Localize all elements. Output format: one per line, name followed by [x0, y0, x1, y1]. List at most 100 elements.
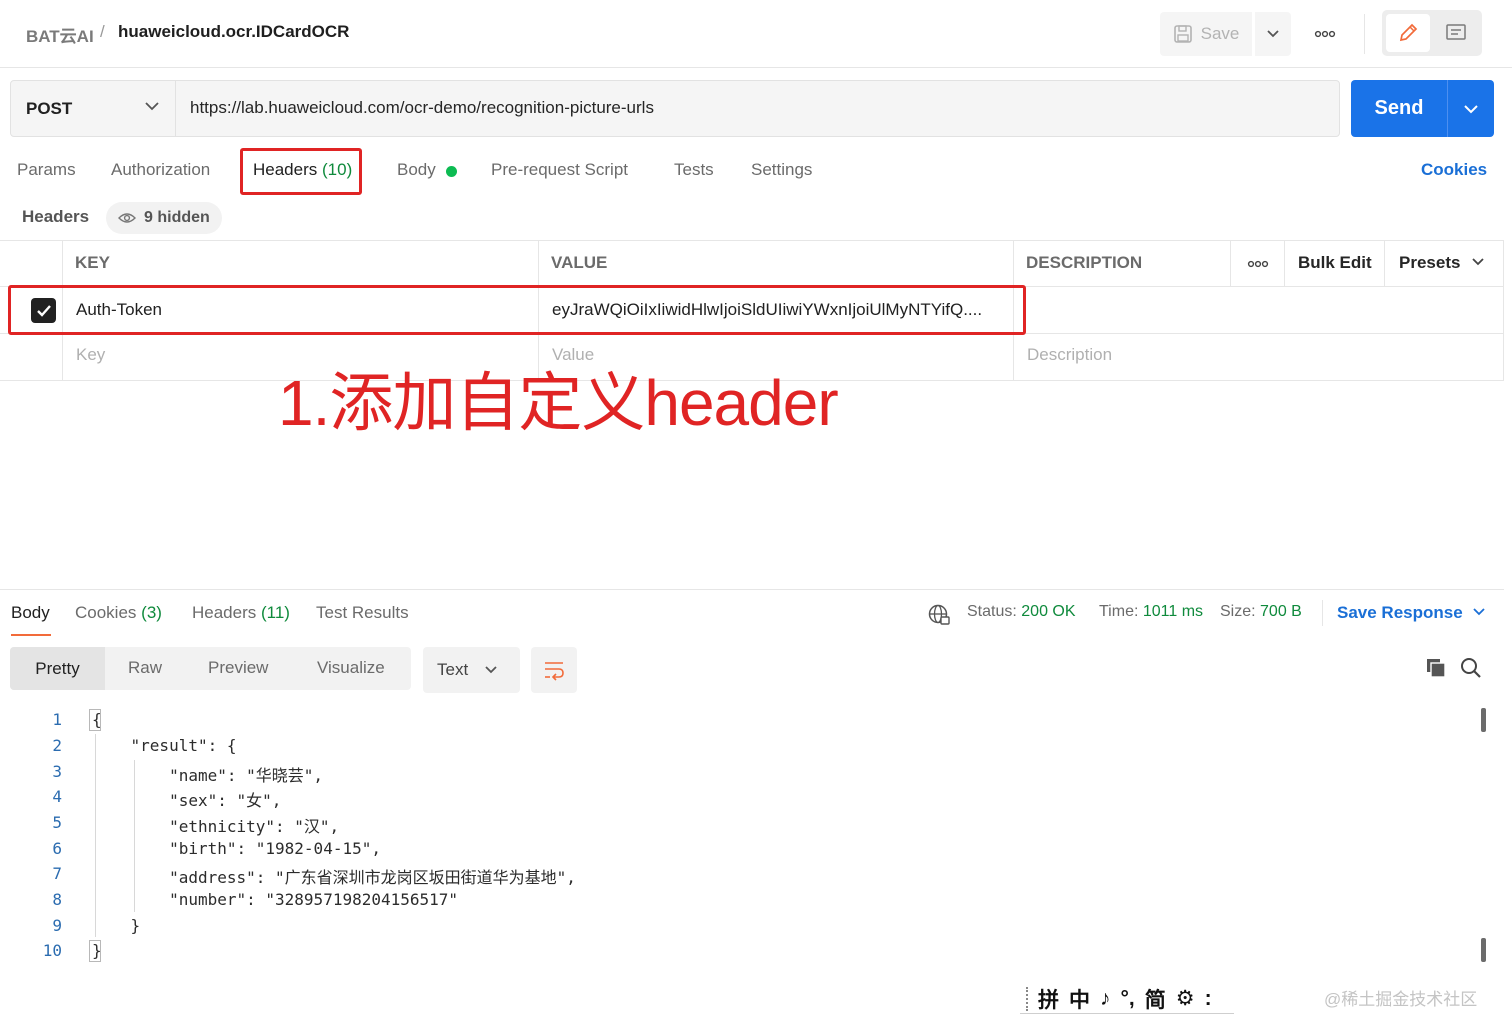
tab-authorization[interactable]: Authorization [111, 160, 210, 180]
chevron-down-icon [484, 665, 498, 675]
table-more-button[interactable] [1232, 242, 1284, 286]
response-tab-cookies-label: Cookies [75, 603, 137, 622]
save-options-button[interactable] [1255, 12, 1291, 56]
wrap-lines-button[interactable] [531, 647, 577, 693]
view-raw[interactable]: Raw [128, 658, 162, 678]
line-number: 5 [52, 813, 62, 832]
annotation-text: 1.添加自定义header [278, 367, 839, 439]
view-preview[interactable]: Preview [208, 658, 268, 678]
code-line: "ethnicity": "汉", [92, 817, 340, 836]
watermark: @稀土掘金技术社区 [1324, 990, 1478, 1009]
size-value: 700 B [1260, 603, 1302, 620]
view-pretty[interactable]: Pretty [10, 647, 105, 690]
chevron-down-icon [1463, 103, 1479, 115]
scrollbar-thumb[interactable] [1481, 708, 1486, 732]
request-title[interactable]: huaweicloud.ocr.IDCardOCR [118, 22, 349, 42]
view-visualize[interactable]: Visualize [317, 658, 385, 678]
more-horizontal-icon [1314, 30, 1336, 38]
method-label: POST [26, 98, 73, 118]
code-line: "sex": "女", [92, 791, 282, 810]
send-button[interactable]: Send [1351, 80, 1447, 137]
save-response-button[interactable]: Save Response [1337, 603, 1463, 623]
code-line: } [92, 941, 102, 960]
line-number: 7 [52, 864, 62, 883]
format-select[interactable]: Text [423, 647, 520, 693]
response-tab-headers-count: (11) [261, 603, 290, 622]
code-line: { [92, 710, 102, 729]
tab-settings[interactable]: Settings [751, 160, 812, 180]
response-tab-test-results[interactable]: Test Results [316, 603, 409, 623]
tab-prerequest-script[interactable]: Pre-request Script [491, 160, 628, 180]
format-label: Text [437, 660, 469, 679]
table-divider [1384, 240, 1385, 286]
scrollbar-thumb[interactable] [1481, 938, 1486, 962]
eye-icon [118, 212, 136, 224]
status-readout: Status: 200 OK [967, 603, 1076, 621]
hidden-headers-label: 9 hidden [144, 209, 210, 226]
size-label: Size: [1220, 603, 1256, 620]
search-icon[interactable] [1460, 657, 1482, 679]
ime-more-icon[interactable]: : [1205, 987, 1212, 1011]
response-tab-headers[interactable]: Headers (11) [192, 603, 290, 623]
url-input[interactable]: https://lab.huaweicloud.com/ocr-demo/rec… [190, 98, 654, 118]
divider [1322, 600, 1323, 626]
column-header-value: VALUE [551, 253, 608, 272]
ime-punctuation-icon[interactable]: °, [1121, 987, 1135, 1011]
new-key-input[interactable]: Key [76, 345, 105, 365]
line-number: 8 [52, 890, 62, 909]
chevron-down-icon [1472, 607, 1486, 617]
tab-tests[interactable]: Tests [674, 160, 714, 180]
chevron-down-icon [1266, 29, 1280, 39]
ime-chinese-mode-icon[interactable]: 中 [1069, 984, 1090, 1014]
comments-button[interactable] [1434, 14, 1478, 52]
new-description-input[interactable]: Description [1027, 345, 1112, 365]
send-options-button[interactable] [1447, 80, 1494, 137]
code-line: "result": { [92, 736, 237, 755]
line-number: 9 [52, 916, 62, 935]
cookies-link[interactable]: Cookies [1421, 160, 1487, 180]
code-line: } [92, 916, 141, 935]
line-number: 4 [52, 787, 62, 806]
ime-pinyin-icon[interactable]: 拼 [1038, 984, 1059, 1014]
ime-halfwidth-icon[interactable]: ♪ [1100, 987, 1111, 1011]
code-line: "number": "328957198204156517" [92, 890, 459, 909]
line-number: 1 [52, 710, 62, 729]
save-button[interactable]: Save [1160, 12, 1252, 56]
status-value: 200 OK [1021, 603, 1076, 620]
table-divider [1230, 240, 1231, 286]
code-line: "birth": "1982-04-15", [92, 839, 381, 858]
annotation-box-header-row [8, 285, 1026, 335]
code-line: "name": "华晓芸", [92, 766, 324, 785]
size-readout: Size: 700 B [1220, 603, 1302, 621]
status-label: Status: [967, 603, 1017, 620]
ime-simplified-icon[interactable]: 简 [1145, 984, 1166, 1014]
globe-lock-icon[interactable] [927, 603, 951, 627]
ime-settings-icon[interactable]: ⚙ [1176, 986, 1195, 1011]
line-number: 2 [52, 736, 62, 755]
ime-drag-handle[interactable] [1026, 986, 1028, 1011]
line-number: 10 [42, 941, 62, 960]
response-tab-cookies[interactable]: Cookies (3) [75, 603, 162, 623]
more-horizontal-icon [1247, 260, 1269, 268]
table-border [0, 240, 1504, 241]
copy-icon[interactable] [1425, 657, 1447, 679]
presets-dropdown[interactable]: Presets [1399, 253, 1460, 273]
save-label: Save [1200, 24, 1240, 43]
pencil-icon [1397, 22, 1419, 44]
column-header-description: DESCRIPTION [1026, 253, 1143, 272]
response-tab-body[interactable]: Body [11, 603, 50, 623]
headers-section-title: Headers [22, 207, 90, 226]
ime-toolbar: 拼 中 ♪ °, 简 ⚙ : [1020, 984, 1234, 1014]
tab-body[interactable]: Body [397, 160, 436, 180]
bulk-edit-button[interactable]: Bulk Edit [1298, 253, 1372, 273]
edit-mode-button[interactable] [1386, 14, 1430, 52]
breadcrumb-workspace[interactable]: BAT云AI [26, 22, 94, 47]
line-number: 6 [52, 839, 62, 858]
annotation-box-headers-tab [240, 148, 362, 195]
more-actions-button[interactable] [1306, 12, 1344, 56]
breadcrumb-separator: / [100, 22, 105, 41]
wrap-lines-icon [542, 659, 566, 681]
table-divider [1284, 240, 1285, 286]
hidden-headers-toggle[interactable]: 9 hidden [106, 202, 222, 234]
tab-params[interactable]: Params [17, 160, 76, 180]
